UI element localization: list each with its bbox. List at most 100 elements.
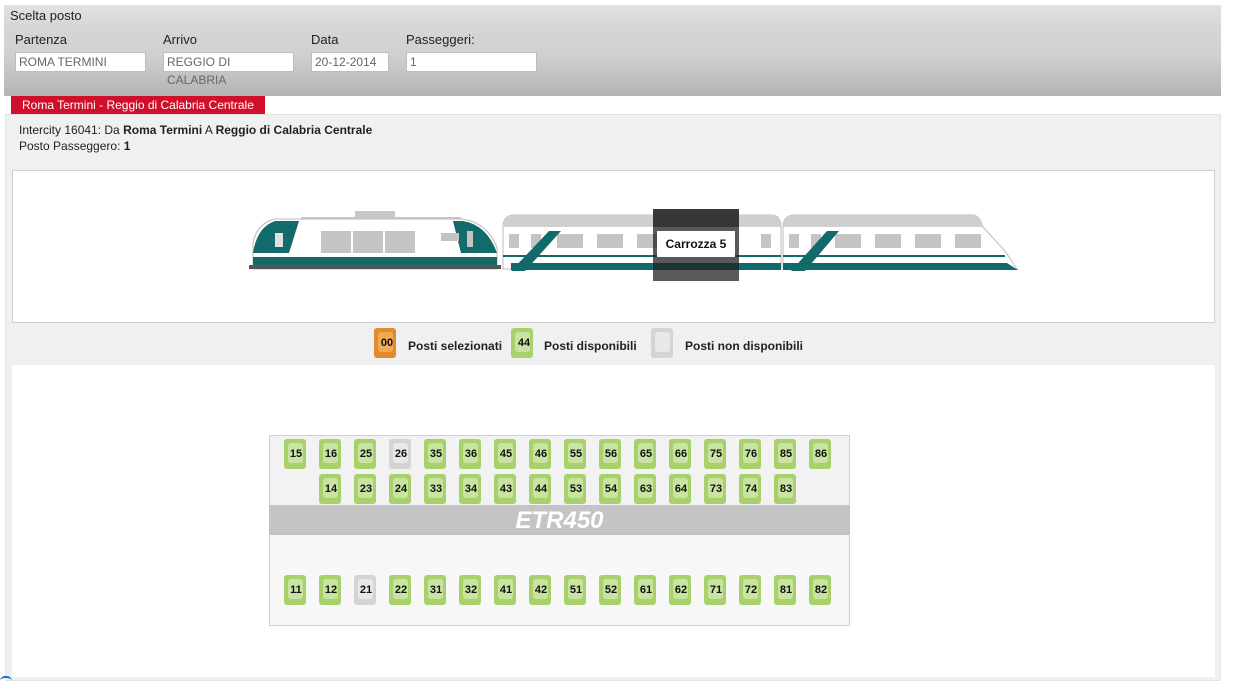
seat-82[interactable]: 82 <box>809 575 831 605</box>
departure-label: Partenza <box>15 32 68 47</box>
seat-number: 15 <box>289 448 303 460</box>
seat-number: 74 <box>744 483 758 495</box>
seat-12[interactable]: 12 <box>319 575 341 605</box>
seat-86[interactable]: 86 <box>809 439 831 469</box>
to-prefix: A <box>204 123 213 137</box>
selected-car-highlight[interactable]: Carrozza 5 <box>653 209 739 281</box>
seat-31[interactable]: 31 <box>424 575 446 605</box>
seat-73[interactable]: 73 <box>704 474 726 504</box>
seat-74[interactable]: 74 <box>739 474 761 504</box>
seat-number: 56 <box>604 448 618 460</box>
arrival-field[interactable]: REGGIO DI CALABRIA <box>163 52 294 87</box>
seat-61[interactable]: 61 <box>634 575 656 605</box>
train-diagram: Carrozza 5 <box>249 209 1018 281</box>
seat-number: 66 <box>674 448 688 460</box>
seat-11[interactable]: 11 <box>284 575 306 605</box>
seat-15[interactable]: 15 <box>284 439 306 469</box>
selected-car-label: Carrozza 5 <box>666 237 727 251</box>
train-prefix: Intercity 16041: Da <box>19 123 120 137</box>
seat-24[interactable]: 24 <box>389 474 411 504</box>
date-field[interactable]: 20-12-2014 <box>311 52 389 72</box>
seat-label: Posto Passeggero: <box>19 139 121 153</box>
seat-32[interactable]: 32 <box>459 575 481 605</box>
seat-21: 21 <box>354 575 376 605</box>
seat-number: 72 <box>744 584 758 596</box>
seat-42[interactable]: 42 <box>529 575 551 605</box>
search-panel: Scelta posto Partenza Arrivo Data Passeg… <box>4 5 1221 96</box>
coach-6[interactable] <box>782 214 1018 271</box>
passengers-field[interactable]: 1 <box>406 52 537 72</box>
seat-number: 22 <box>394 584 408 596</box>
locomotive[interactable] <box>249 211 501 270</box>
coach-4[interactable] <box>502 214 782 271</box>
seat-number: 51 <box>569 584 583 596</box>
seat-number: 12 <box>324 584 338 596</box>
date-label: Data <box>311 32 339 47</box>
seat-55[interactable]: 55 <box>564 439 586 469</box>
seat-72[interactable]: 72 <box>739 575 761 605</box>
seat-23[interactable]: 23 <box>354 474 376 504</box>
legend-selected-label: Posti selezionati <box>408 339 503 353</box>
seat-53[interactable]: 53 <box>564 474 586 504</box>
seat-number: 23 <box>359 483 373 495</box>
seat-14[interactable]: 14 <box>319 474 341 504</box>
seat-number: 21 <box>359 584 373 596</box>
legend-selected-number: 00 <box>380 337 394 349</box>
seat-number: 62 <box>674 584 688 596</box>
seat-64[interactable]: 64 <box>669 474 691 504</box>
seat-45[interactable]: 45 <box>494 439 516 469</box>
seat-value: 1 <box>123 139 131 153</box>
seat-number: 33 <box>429 483 443 495</box>
seat-number: 35 <box>429 448 443 460</box>
seat-33[interactable]: 33 <box>424 474 446 504</box>
seat-number: 16 <box>324 448 338 460</box>
seat-25[interactable]: 25 <box>354 439 376 469</box>
route-tab[interactable]: Roma Termini - Reggio di Calabria Centra… <box>11 96 265 114</box>
seat-16[interactable]: 16 <box>319 439 341 469</box>
seat-number: 41 <box>499 584 513 596</box>
seat-36[interactable]: 36 <box>459 439 481 469</box>
seat-66[interactable]: 66 <box>669 439 691 469</box>
seat-71[interactable]: 71 <box>704 575 726 605</box>
panel-title: Scelta posto <box>10 8 82 23</box>
seat-number: 85 <box>779 448 793 460</box>
origin-station: Roma Termini <box>123 123 203 137</box>
legend-unavailable-seat-icon <box>651 328 673 358</box>
seat-81[interactable]: 81 <box>774 575 796 605</box>
seat-number: 44 <box>534 483 548 495</box>
seat-number: 46 <box>534 448 548 460</box>
corner-indicator <box>0 676 12 681</box>
seat-56[interactable]: 56 <box>599 439 621 469</box>
seat-number: 32 <box>464 584 478 596</box>
seat-34[interactable]: 34 <box>459 474 481 504</box>
seat-63[interactable]: 63 <box>634 474 656 504</box>
seat-number: 55 <box>569 448 583 460</box>
arrival-label: Arrivo <box>163 32 197 47</box>
seat-43[interactable]: 43 <box>494 474 516 504</box>
seat-number: 14 <box>324 483 338 495</box>
seat-83[interactable]: 83 <box>774 474 796 504</box>
seat-76[interactable]: 76 <box>739 439 761 469</box>
seat-44[interactable]: 44 <box>529 474 551 504</box>
seat-number: 81 <box>779 584 793 596</box>
seat-35[interactable]: 35 <box>424 439 446 469</box>
departure-field[interactable]: ROMA TERMINI <box>15 52 146 72</box>
legend-unavailable-label: Posti non disponibili <box>685 339 803 353</box>
seat-52[interactable]: 52 <box>599 575 621 605</box>
seat-number: 45 <box>499 448 513 460</box>
seat-number: 42 <box>534 584 548 596</box>
seat-51[interactable]: 51 <box>564 575 586 605</box>
seat-number: 11 <box>290 584 302 596</box>
seat-number: 34 <box>464 483 478 495</box>
seat-62[interactable]: 62 <box>669 575 691 605</box>
seat-41[interactable]: 41 <box>494 575 516 605</box>
train-info: Intercity 16041: Da Roma Termini A Reggi… <box>19 123 372 137</box>
destination-station: Reggio di Calabria Centrale <box>215 123 373 137</box>
seat-65[interactable]: 65 <box>634 439 656 469</box>
seat-75[interactable]: 75 <box>704 439 726 469</box>
seat-85[interactable]: 85 <box>774 439 796 469</box>
seat-54[interactable]: 54 <box>599 474 621 504</box>
seat-46[interactable]: 46 <box>529 439 551 469</box>
seat-number: 53 <box>569 483 583 495</box>
seat-22[interactable]: 22 <box>389 575 411 605</box>
